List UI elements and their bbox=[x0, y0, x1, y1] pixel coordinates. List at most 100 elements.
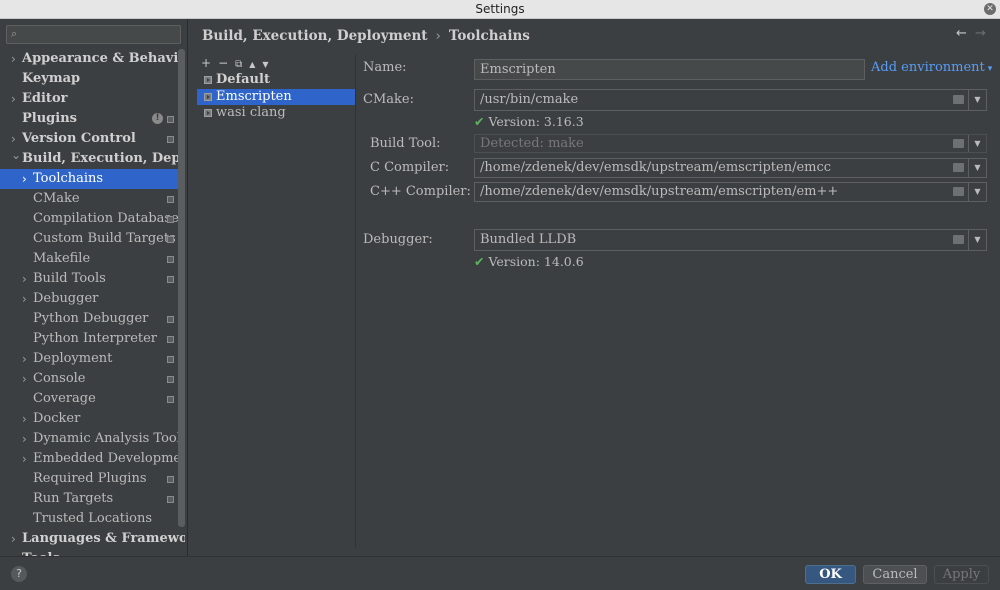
sidebar-item-keymap[interactable]: Keymap bbox=[0, 69, 185, 89]
cpp-compiler-label: C++ Compiler: bbox=[370, 184, 471, 199]
add-icon[interactable]: + bbox=[201, 56, 211, 70]
chevron-right-icon[interactable]: › bbox=[22, 449, 27, 469]
settings-tree: › Appearance & Behavior Keymap › Editor Plugi… bbox=[0, 49, 185, 556]
apply-button[interactable]: Apply bbox=[934, 565, 989, 584]
project-scope-icon bbox=[167, 316, 174, 323]
build-tool-value: Detected: make bbox=[480, 136, 584, 151]
chevron-right-icon[interactable]: › bbox=[11, 89, 16, 109]
breadcrumb-parent[interactable]: Build, Execution, Deployment bbox=[202, 28, 428, 44]
search-input[interactable]: ⌕ bbox=[6, 25, 181, 44]
sidebar-item-run-targets[interactable]: Run Targets bbox=[0, 489, 185, 509]
toolchain-item-default[interactable]: Default bbox=[197, 72, 355, 88]
toolchain-icon bbox=[204, 93, 212, 101]
breadcrumb: Build, Execution, Deployment › Toolchains bbox=[202, 28, 530, 44]
sidebar-item-label: Console bbox=[33, 371, 86, 386]
project-scope-icon bbox=[167, 496, 174, 503]
chevron-down-icon[interactable]: ▼ bbox=[968, 135, 986, 152]
sidebar-item-label: Plugins bbox=[22, 111, 77, 126]
ok-button[interactable]: OK bbox=[805, 565, 856, 584]
sidebar-item-embedded-development[interactable]: › Embedded Development bbox=[0, 449, 185, 469]
add-environment-link[interactable]: Add environment ▾ bbox=[871, 60, 992, 75]
sidebar-item-custom-build-targets[interactable]: Custom Build Targets bbox=[0, 229, 185, 249]
folder-icon[interactable] bbox=[953, 187, 964, 196]
close-icon[interactable]: ✕ bbox=[984, 3, 996, 15]
sidebar-item-cmake[interactable]: CMake bbox=[0, 189, 185, 209]
help-icon[interactable]: ? bbox=[11, 566, 27, 582]
sidebar-item-makefile[interactable]: Makefile bbox=[0, 249, 185, 269]
sidebar-item-appearance-behavior[interactable]: › Appearance & Behavior bbox=[0, 49, 185, 69]
chevron-down-icon[interactable]: ▼ bbox=[968, 90, 986, 110]
c-compiler-label: C Compiler: bbox=[370, 160, 450, 175]
cancel-button[interactable]: Cancel bbox=[863, 565, 927, 584]
cmake-combo[interactable]: /usr/bin/cmake ▼ bbox=[474, 89, 987, 111]
cpp-compiler-combo[interactable]: /home/zdenek/dev/emsdk/upstream/emscript… bbox=[474, 182, 987, 202]
move-up-icon[interactable]: ▲ bbox=[249, 60, 255, 69]
sidebar-item-console[interactable]: › Console bbox=[0, 369, 185, 389]
chevron-right-icon[interactable]: › bbox=[22, 269, 27, 289]
sidebar-item-label: Compilation Database bbox=[33, 211, 179, 226]
toolchain-icon bbox=[204, 109, 212, 117]
sidebar-item-compilation-database[interactable]: Compilation Database bbox=[0, 209, 185, 229]
sidebar-item-python-debugger[interactable]: Python Debugger bbox=[0, 309, 185, 329]
sidebar-item-required-plugins[interactable]: Required Plugins bbox=[0, 469, 185, 489]
chevron-down-icon: ▾ bbox=[987, 64, 993, 74]
folder-icon[interactable] bbox=[953, 163, 964, 172]
chevron-right-icon[interactable]: › bbox=[22, 409, 27, 429]
chevron-right-icon[interactable]: › bbox=[11, 549, 16, 556]
cmake-version-text: Version: 3.16.3 bbox=[488, 114, 584, 129]
chevron-right-icon[interactable]: › bbox=[22, 369, 27, 389]
remove-icon[interactable]: − bbox=[218, 56, 228, 70]
cmake-version: ✔ Version: 3.16.3 bbox=[474, 114, 584, 129]
folder-icon[interactable] bbox=[953, 235, 964, 244]
search-icon: ⌕ bbox=[11, 27, 18, 40]
chevron-down-icon[interactable]: ▼ bbox=[968, 183, 986, 201]
sidebar-item-trusted-locations[interactable]: Trusted Locations bbox=[0, 509, 185, 529]
sidebar-item-docker[interactable]: › Docker bbox=[0, 409, 185, 429]
sidebar-item-toolchains[interactable]: › Toolchains bbox=[0, 169, 185, 189]
chevron-right-icon[interactable]: › bbox=[22, 349, 27, 369]
chevron-right-icon[interactable]: › bbox=[11, 529, 16, 549]
sidebar-item-deployment[interactable]: › Deployment bbox=[0, 349, 185, 369]
chevron-right-icon[interactable]: › bbox=[11, 129, 16, 149]
check-icon: ✔ bbox=[474, 254, 485, 269]
copy-icon[interactable]: ⧉ bbox=[235, 59, 242, 70]
sidebar-item-python-interpreter[interactable]: Python Interpreter bbox=[0, 329, 185, 349]
sidebar-item-build-execution-deployment[interactable]: ⌄Build, Execution, Deployment bbox=[0, 149, 185, 169]
settings-sidebar: ⌕ › Appearance & Behavior Keymap › Editor Plu… bbox=[0, 19, 188, 556]
chevron-down-icon[interactable]: ▼ bbox=[968, 230, 986, 250]
sidebar-item-coverage[interactable]: Coverage bbox=[0, 389, 185, 409]
sidebar-item-version-control[interactable]: › Version Control bbox=[0, 129, 185, 149]
sidebar-item-debugger[interactable]: › Debugger bbox=[0, 289, 185, 309]
chevron-right-icon[interactable]: › bbox=[11, 49, 16, 69]
sidebar-item-tools[interactable]: › Tools bbox=[0, 549, 185, 556]
chevron-down-icon[interactable]: ▼ bbox=[968, 159, 986, 177]
chevron-down-icon[interactable]: ⌄ bbox=[11, 149, 21, 165]
chevron-right-icon[interactable]: › bbox=[22, 289, 27, 309]
sidebar-item-build-tools[interactable]: › Build Tools bbox=[0, 269, 185, 289]
sidebar-item-label: Python Debugger bbox=[33, 311, 149, 326]
project-scope-icon bbox=[167, 116, 174, 123]
build-tool-combo[interactable]: Detected: make ▼ bbox=[474, 134, 987, 153]
sidebar-item-editor[interactable]: › Editor bbox=[0, 89, 185, 109]
chevron-right-icon[interactable]: › bbox=[22, 429, 27, 449]
toolchain-item-emscripten[interactable]: Emscripten bbox=[197, 89, 355, 105]
folder-icon[interactable] bbox=[953, 139, 964, 148]
sidebar-item-plugins[interactable]: Plugins! bbox=[0, 109, 185, 129]
toolchain-item-wasi-clang[interactable]: wasi clang bbox=[197, 105, 355, 121]
sidebar-item-label: Required Plugins bbox=[33, 471, 147, 486]
c-compiler-combo[interactable]: /home/zdenek/dev/emsdk/upstream/emscript… bbox=[474, 158, 987, 178]
move-down-icon[interactable]: ▼ bbox=[262, 60, 268, 69]
folder-icon[interactable] bbox=[953, 95, 964, 104]
forward-arrow-icon[interactable]: → bbox=[975, 26, 986, 41]
back-arrow-icon[interactable]: ← bbox=[956, 26, 967, 41]
cpp-compiler-value: /home/zdenek/dev/emsdk/upstream/emscript… bbox=[480, 184, 839, 199]
breadcrumb-separator: › bbox=[435, 28, 441, 44]
add-environment-label: Add environment bbox=[871, 60, 985, 75]
sidebar-item-languages-frameworks[interactable]: › Languages & Frameworks bbox=[0, 529, 185, 549]
name-field[interactable]: Emscripten bbox=[474, 59, 865, 80]
debugger-combo[interactable]: Bundled LLDB ▼ bbox=[474, 229, 987, 251]
sidebar-scrollbar[interactable] bbox=[178, 49, 185, 527]
chevron-right-icon[interactable]: › bbox=[22, 169, 27, 189]
sidebar-item-label: Run Targets bbox=[33, 491, 114, 506]
sidebar-item-dynamic-analysis-tools[interactable]: › Dynamic Analysis Tools bbox=[0, 429, 185, 449]
